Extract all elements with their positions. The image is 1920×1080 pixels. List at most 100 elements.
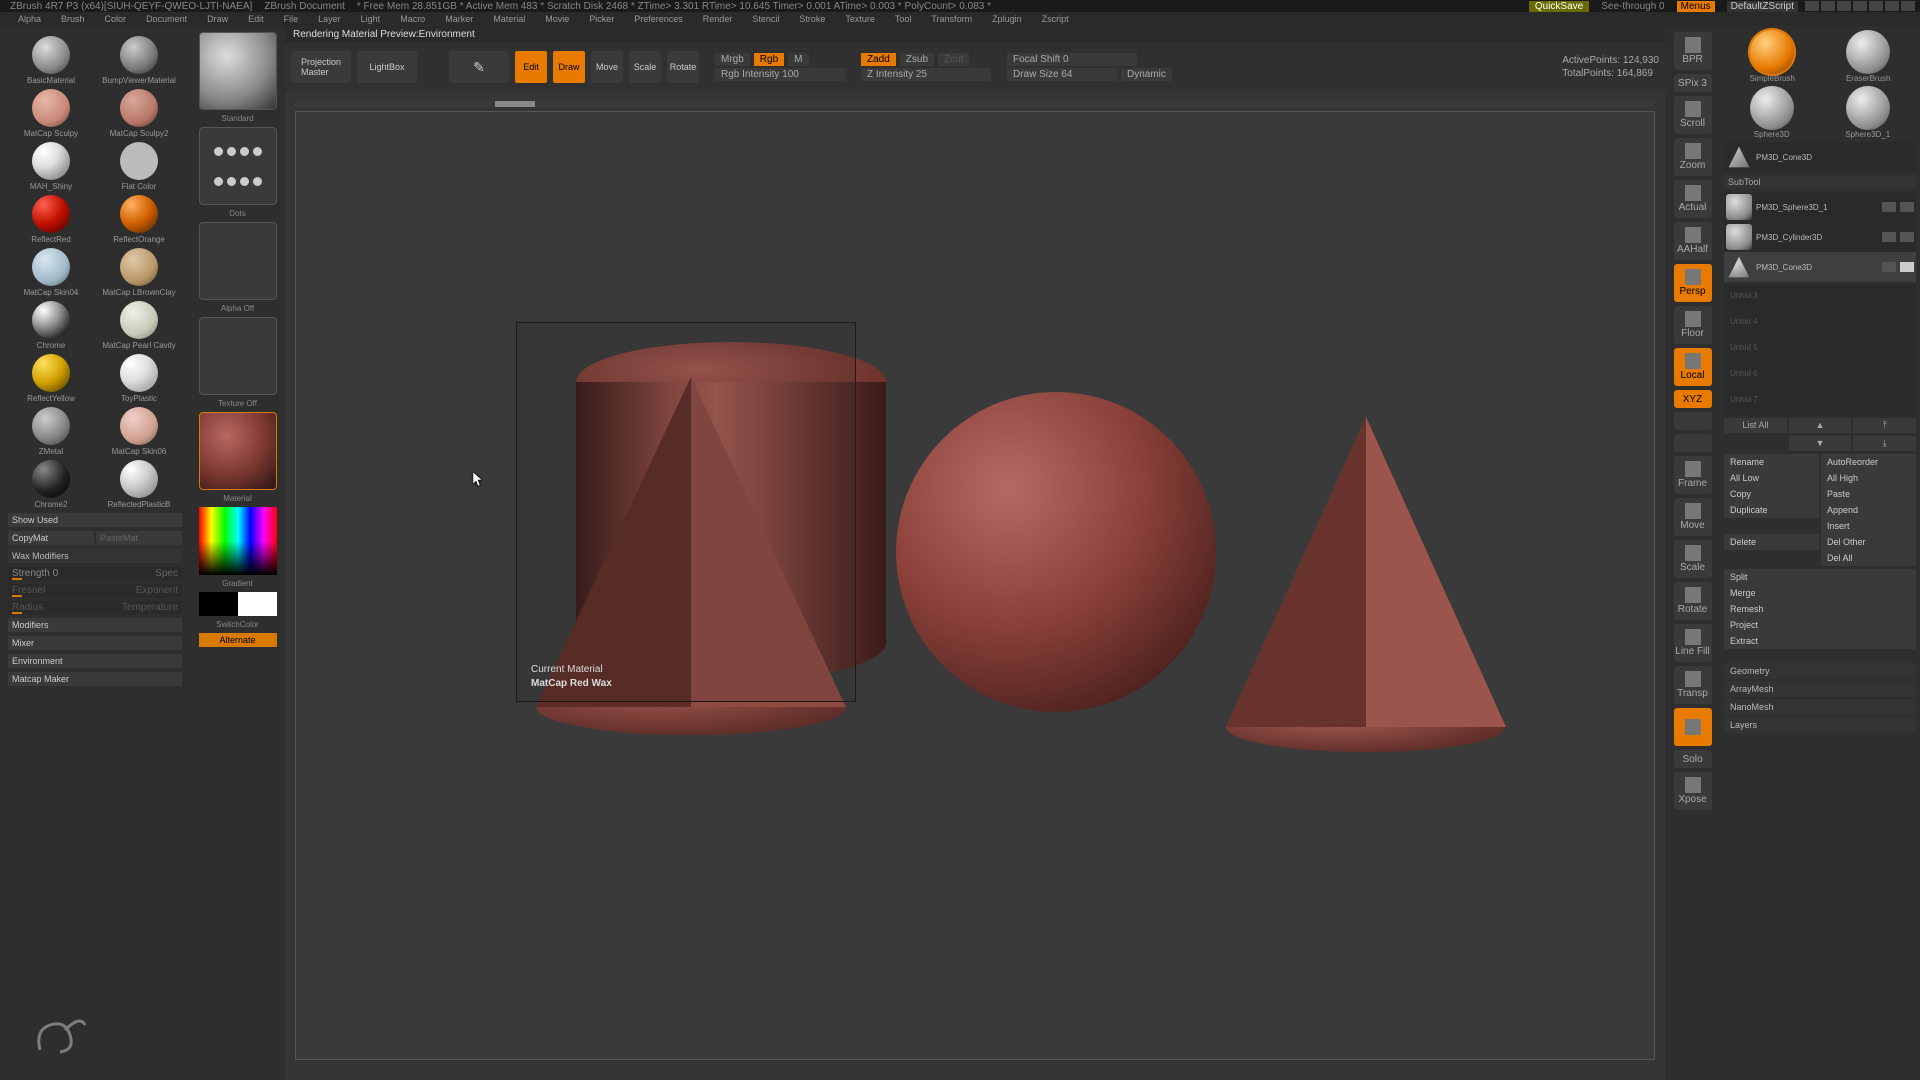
window-close[interactable] <box>1901 1 1915 11</box>
material-toyplastic[interactable]: ToyPlastic <box>96 352 182 403</box>
arraymesh-section[interactable]: ArrayMesh <box>1724 681 1916 697</box>
color-picker[interactable] <box>199 507 277 575</box>
menu-texture[interactable]: Texture <box>845 14 875 24</box>
stroke-slot[interactable] <box>199 127 277 205</box>
menu-zplugin[interactable]: Zplugin <box>992 14 1022 24</box>
menu-brush[interactable]: Brush <box>61 14 85 24</box>
move-down-icon[interactable]: ▼ <box>1789 436 1852 451</box>
material-flat-color[interactable]: Flat Color <box>96 140 182 191</box>
show-used-button[interactable]: Show Used <box>8 513 182 527</box>
insert-button[interactable]: Insert <box>1821 518 1916 534</box>
material-reflectred[interactable]: ReflectRed <box>8 193 94 244</box>
subtool-pm3d_cone3d[interactable]: PM3D_Cone3D <box>1724 252 1916 282</box>
quick-sketch-button[interactable]: ✎ <box>449 51 509 83</box>
move-bottom-icon[interactable]: ⤓ <box>1853 436 1916 451</box>
project-section[interactable]: Project <box>1724 617 1916 633</box>
menu-movie[interactable]: Movie <box>545 14 569 24</box>
edit-button[interactable]: Edit <box>515 51 547 83</box>
all-low-button[interactable]: All Low <box>1724 470 1819 486</box>
nanomesh-section[interactable]: NanoMesh <box>1724 699 1916 715</box>
nav-local[interactable]: Local <box>1674 348 1712 386</box>
menu-material[interactable]: Material <box>493 14 525 24</box>
menus-toggle[interactable]: Menus <box>1677 1 1715 12</box>
menu-document[interactable]: Document <box>146 14 187 24</box>
rgb-intensity-slider[interactable]: Rgb Intensity 100 <box>715 68 845 81</box>
radius-slider[interactable]: Radius <box>12 602 43 613</box>
nav-floor[interactable]: Floor <box>1674 306 1712 344</box>
menu-preferences[interactable]: Preferences <box>634 14 683 24</box>
modifiers-section[interactable]: Modifiers <box>8 618 182 632</box>
zsub-toggle[interactable]: Zsub <box>900 53 934 66</box>
all-high-button[interactable]: All High <box>1821 470 1916 486</box>
default-zscript[interactable]: DefaultZScript <box>1727 1 1798 12</box>
lightbox-button[interactable]: LightBox <box>357 51 417 83</box>
append-button[interactable]: Append <box>1821 502 1916 518</box>
nav-rotate[interactable]: Rotate <box>1674 582 1712 620</box>
subtool-pm3d_sphere3d_1[interactable]: PM3D_Sphere3D_1 <box>1724 192 1916 222</box>
texture-slot[interactable] <box>199 317 277 395</box>
material-zmetal[interactable]: ZMetal <box>8 405 94 456</box>
subtool-pm3d_cylinder3d[interactable]: PM3D_Cylinder3D <box>1724 222 1916 252</box>
material-basicmaterial[interactable]: BasicMaterial <box>8 34 94 85</box>
mixer-section[interactable]: Mixer <box>8 636 182 650</box>
material-reflectyellow[interactable]: ReflectYellow <box>8 352 94 403</box>
matcap-maker-section[interactable]: Matcap Maker <box>8 672 182 686</box>
cone-mesh-right[interactable] <box>1226 417 1506 752</box>
menu-marker[interactable]: Marker <box>445 14 473 24</box>
material-matcap-skin06[interactable]: MatCap Skin06 <box>96 405 182 456</box>
menu-file[interactable]: File <box>284 14 299 24</box>
copy-button[interactable]: Copy <box>1724 486 1819 502</box>
material-slot[interactable] <box>199 412 277 490</box>
z-intensity-slider[interactable]: Z Intensity 25 <box>861 68 991 81</box>
geometry-section[interactable]: Geometry <box>1724 663 1916 679</box>
menu-alpha[interactable]: Alpha <box>18 14 41 24</box>
split-section[interactable]: Split <box>1724 569 1916 585</box>
nav-aahalf[interactable]: AAHalf <box>1674 222 1712 260</box>
gradient-label[interactable]: Gradient <box>222 579 253 588</box>
nav-icon[interactable] <box>1674 412 1712 430</box>
menu-zscript[interactable]: Zscript <box>1042 14 1069 24</box>
window-btn-1[interactable] <box>1805 1 1819 11</box>
color-swatches[interactable] <box>199 592 277 616</box>
extract-section[interactable]: Extract <box>1724 633 1916 649</box>
seethrough-slider[interactable]: See-through 0 <box>1601 1 1664 12</box>
zadd-toggle[interactable]: Zadd <box>861 53 896 66</box>
list-all-button[interactable]: List All <box>1724 418 1787 433</box>
projection-master-button[interactable]: Projection Master <box>291 51 351 83</box>
menu-render[interactable]: Render <box>703 14 733 24</box>
m-toggle[interactable]: M <box>788 53 808 66</box>
del-other-button[interactable]: Del Other <box>1821 534 1916 550</box>
wax-modifiers-header[interactable]: Wax Modifiers <box>8 549 182 563</box>
draw-size-slider[interactable]: Draw Size 64 <box>1007 68 1117 81</box>
quicksave-button[interactable]: QuickSave <box>1529 1 1589 12</box>
alternate-button[interactable]: Alternate <box>199 633 277 647</box>
menu-transform[interactable]: Transform <box>931 14 972 24</box>
material-reflectedplasticb[interactable]: ReflectedPlasticB <box>96 458 182 509</box>
autoreorder-button[interactable]: AutoReorder <box>1821 454 1916 470</box>
alpha-slot[interactable] <box>199 222 277 300</box>
move-button[interactable]: Move <box>591 51 623 83</box>
fresnel-slider[interactable]: Fresnel <box>12 585 45 596</box>
material-reflectorange[interactable]: ReflectOrange <box>96 193 182 244</box>
menu-color[interactable]: Color <box>105 14 127 24</box>
nav-scroll[interactable]: Scroll <box>1674 96 1712 134</box>
material-matcap-sculpy[interactable]: MatCap Sculpy <box>8 87 94 138</box>
layers-section[interactable]: Layers <box>1724 717 1916 733</box>
brush-slot[interactable] <box>199 32 277 110</box>
rotate-button[interactable]: Rotate <box>667 51 699 83</box>
nav-spix-3[interactable]: SPix 3 <box>1674 74 1712 92</box>
menu-stencil[interactable]: Stencil <box>752 14 779 24</box>
material-matcap-sculpy2[interactable]: MatCap Sculpy2 <box>96 87 182 138</box>
material-chrome[interactable]: Chrome <box>8 299 94 350</box>
nav-xpose[interactable]: Xpose <box>1674 772 1712 810</box>
menu-draw[interactable]: Draw <box>207 14 228 24</box>
brush-eraserbrush[interactable]: EraserBrush <box>1846 30 1890 83</box>
nav-xyz[interactable]: XYZ <box>1674 390 1712 408</box>
merge-section[interactable]: Merge <box>1724 585 1916 601</box>
menu-edit[interactable]: Edit <box>248 14 264 24</box>
menu-layer[interactable]: Layer <box>318 14 341 24</box>
scale-button[interactable]: Scale <box>629 51 661 83</box>
pastemat-button[interactable]: PasteMat <box>96 531 182 545</box>
nav-frame[interactable]: Frame <box>1674 456 1712 494</box>
del-all-button[interactable]: Del All <box>1821 550 1916 566</box>
